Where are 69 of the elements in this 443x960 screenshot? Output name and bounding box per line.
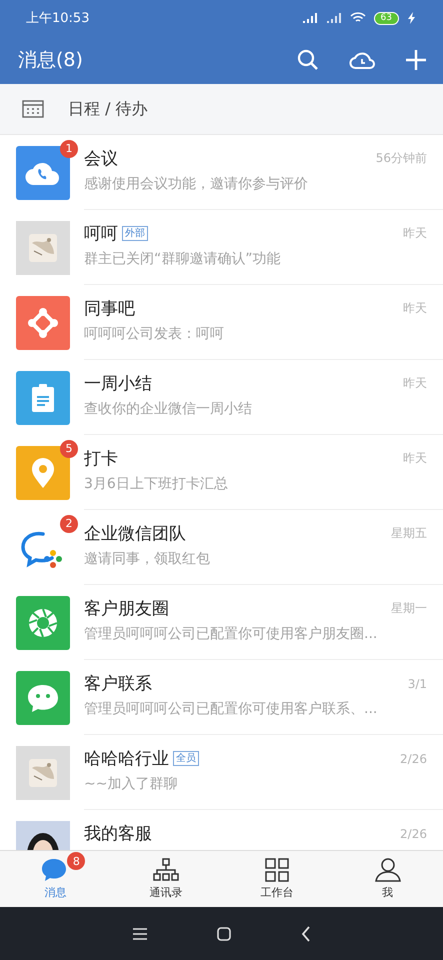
- message-time: 2/26: [400, 826, 427, 840]
- message-preview: 群主已关闭“群聊邀请确认”功能: [84, 250, 282, 268]
- menu-button[interactable]: [132, 928, 146, 940]
- message-time: 昨天: [403, 300, 427, 317]
- wifi-icon: [350, 12, 366, 24]
- message-time: 星期一: [391, 600, 427, 617]
- message-time: 昨天: [403, 450, 427, 467]
- add-button[interactable]: [405, 49, 427, 71]
- message-time: 56分钟前: [376, 150, 427, 167]
- home-button[interactable]: [216, 926, 230, 940]
- search-button[interactable]: [297, 49, 319, 71]
- location-pin-icon: [31, 456, 55, 488]
- grid-icon: [264, 858, 289, 882]
- schedule-label: 日程 / 待办: [68, 98, 148, 120]
- message-preview: 邀请同事，领取红包: [84, 550, 211, 568]
- network-icon: [26, 306, 60, 340]
- conversation-title: 客户联系: [84, 673, 152, 695]
- status-time: 上午10:53: [26, 10, 90, 27]
- conversation-title: 一周小结: [84, 373, 152, 395]
- message-preview: 感谢使用会议功能，邀请你参与评价: [84, 175, 309, 193]
- message-time: 星期五: [391, 525, 427, 542]
- group-tag: 外部: [122, 226, 148, 241]
- nav-tab[interactable]: 我: [332, 851, 443, 907]
- conversation-title: 哈哈哈行业: [84, 748, 169, 770]
- nav-tab[interactable]: 工作台: [222, 851, 332, 907]
- conversation-item[interactable]: 一周小结 昨天 查收你的企业微信一周小结: [0, 360, 443, 435]
- chat-icon: [26, 682, 60, 712]
- page-title: 消息(8): [18, 48, 84, 73]
- conversation-item[interactable]: 1 会议 56分钟前 感谢使用会议功能，邀请你参与评价: [0, 135, 443, 210]
- conversation-title: 企业微信团队: [84, 523, 186, 545]
- conversation-item[interactable]: 同事吧 昨天 呵呵呵公司发表：呵呵: [0, 285, 443, 360]
- charging-icon: [407, 12, 417, 24]
- group-tag: 全员: [173, 751, 199, 766]
- org-chart-icon: [153, 858, 180, 882]
- conversation-title: 呵呵: [84, 223, 118, 245]
- signal-icon: [302, 12, 318, 24]
- conversation-title: 客户朋友圈: [84, 598, 169, 620]
- conversation-item[interactable]: 呵呵 外部 昨天 群主已关闭“群聊邀请确认”功能: [0, 210, 443, 285]
- message-time: 昨天: [403, 225, 427, 242]
- message-preview: 查收你的企业微信一周小结: [84, 400, 253, 418]
- conversation-item[interactable]: 2 企业微信团队 星期五 邀请同事，领取红包: [0, 510, 443, 585]
- unread-count: 1: [60, 140, 78, 158]
- battery-level: 63: [374, 12, 399, 24]
- conversation-title: 会议: [84, 148, 118, 170]
- unread-count: 2: [60, 514, 78, 532]
- signal-icon: [326, 12, 342, 24]
- message-time: 3/1: [408, 676, 427, 690]
- conversation-title: 同事吧: [84, 298, 135, 320]
- message-preview: 呵呵呵公司发表：呵呵: [84, 325, 225, 343]
- conversation-item[interactable]: 客户朋友圈 星期一 管理员呵呵呵公司已配置你可使用客户朋友圈...: [0, 585, 443, 660]
- message-preview: 管理员呵呵呵公司已配置你可使用客户联系、...: [84, 700, 378, 718]
- conversation-item[interactable]: 客户联系 3/1 管理员呵呵呵公司已配置你可使用客户联系、...: [0, 660, 443, 735]
- unread-count: 8: [67, 852, 86, 870]
- conversation-title: 打卡: [84, 448, 118, 470]
- message-preview: 管理员呵呵呵公司已配置你可使用客户朋友圈...: [84, 625, 378, 643]
- nav-tab[interactable]: 通讯录: [110, 851, 222, 907]
- message-time: 昨天: [403, 375, 427, 392]
- message-preview: ~~加入了群聊: [84, 775, 178, 793]
- clipboard-icon: [31, 384, 55, 412]
- calendar-icon: [22, 100, 44, 118]
- person-icon: [374, 858, 401, 882]
- unread-count: 5: [60, 440, 78, 458]
- conversation-item[interactable]: 哈哈哈行业 全员 2/26 ~~加入了群聊: [0, 735, 443, 810]
- conversation-title: 我的客服: [84, 823, 152, 845]
- conversation-item[interactable]: 5 打卡 昨天 3月6日上下班打卡汇总: [0, 435, 443, 510]
- nav-tab[interactable]: 8 消息: [0, 851, 111, 907]
- message-time: 2/26: [400, 752, 427, 766]
- back-button[interactable]: [300, 926, 310, 942]
- message-preview: 3月6日上下班打卡汇总: [84, 475, 229, 493]
